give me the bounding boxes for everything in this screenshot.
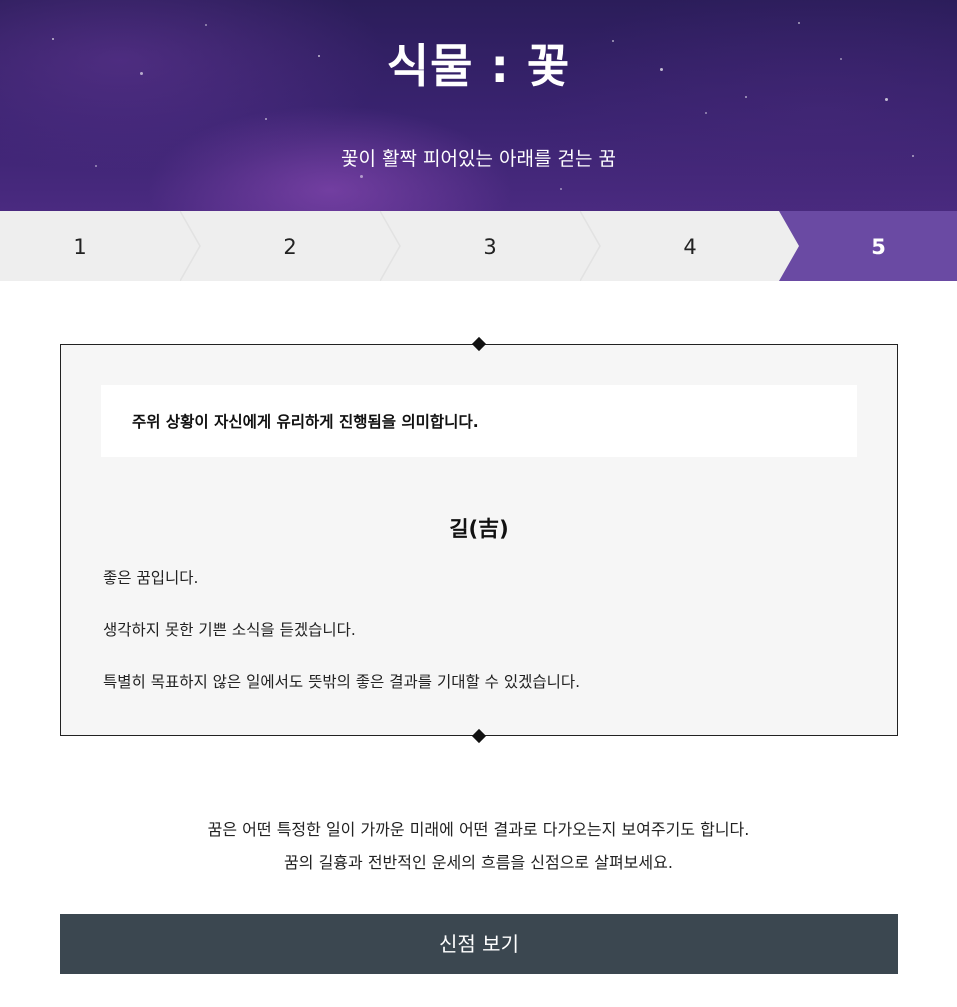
star-decoration — [360, 175, 363, 178]
step-3[interactable]: 3 — [402, 211, 578, 281]
star-decoration — [205, 24, 207, 26]
step-5[interactable]: 5 — [800, 211, 957, 281]
step-1[interactable]: 1 — [0, 211, 160, 281]
star-decoration — [705, 112, 707, 114]
page-title: 식물 : 꽃 — [386, 39, 571, 93]
step-separator-icon — [380, 211, 401, 281]
step-4[interactable]: 4 — [602, 211, 778, 281]
step-separator-icon — [180, 211, 201, 281]
star-decoration — [560, 188, 562, 190]
dream-description: 꽃이 활짝 피어있는 아래를 걷는 꿈 — [341, 148, 616, 170]
notice-line-1: 꿈은 어떤 특정한 일이 가까운 미래에 어떤 결과로 다가오는지 보여주기도 … — [207, 820, 750, 839]
detail-line: 좋은 꿈입니다. — [103, 569, 199, 587]
star-decoration — [885, 98, 888, 101]
step-separator-icon — [580, 211, 601, 281]
interpretation-box: 주위 상황이 자신에게 유리하게 진행됨을 의미합니다. 길(吉) 좋은 꿈입니… — [60, 344, 898, 736]
fortune-reading-button[interactable]: 신점 보기 — [60, 914, 898, 974]
hero-banner: 식물 : 꽃 꽃이 활짝 피어있는 아래를 걷는 꿈 — [0, 0, 957, 211]
notice-line-2: 꿈의 길흉과 전반적인 운세의 흐름을 신점으로 살펴보세요. — [284, 853, 673, 872]
star-decoration — [798, 22, 800, 24]
detail-line: 생각하지 못한 기쁜 소식을 듣겠습니다. — [103, 621, 356, 639]
star-decoration — [265, 118, 267, 120]
fortune-verdict: 길(吉) — [449, 517, 509, 541]
step-2[interactable]: 2 — [202, 211, 378, 281]
summary-card: 주위 상황이 자신에게 유리하게 진행됨을 의미합니다. — [101, 385, 857, 457]
step-indicator: 1 2 3 4 5 — [0, 211, 957, 281]
detail-line: 특별히 목표하지 않은 일에서도 뜻밖의 좋은 결과를 기대할 수 있겠습니다. — [103, 673, 581, 691]
summary-text: 주위 상황이 자신에게 유리하게 진행됨을 의미합니다. — [132, 413, 479, 431]
star-decoration — [745, 96, 747, 98]
